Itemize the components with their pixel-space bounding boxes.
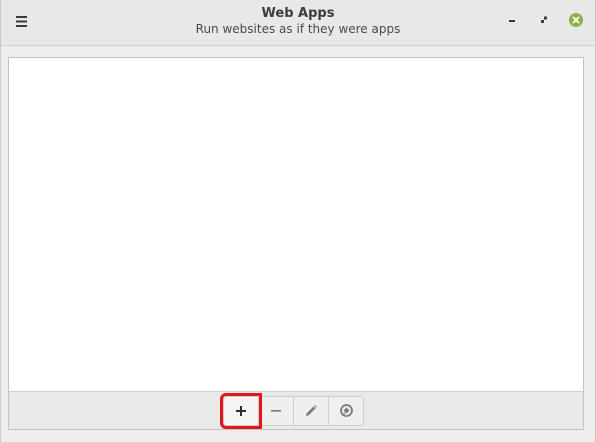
edit-button[interactable] (293, 396, 329, 426)
close-button[interactable] (567, 11, 585, 29)
pencil-icon (306, 405, 317, 416)
web-apps-window: Web Apps Run websites as if they were ap… (0, 0, 596, 442)
close-button-circle (569, 13, 583, 27)
toolbar-button-group (220, 393, 364, 429)
restore-button[interactable] (535, 11, 553, 29)
close-icon (572, 16, 580, 24)
minimize-button[interactable] (503, 11, 521, 29)
remove-button[interactable] (258, 396, 294, 426)
bottom-toolbar (9, 391, 583, 429)
header-bar: Web Apps Run websites as if they were ap… (1, 0, 595, 46)
add-button[interactable] (220, 393, 262, 429)
plus-icon (236, 406, 246, 416)
webapps-frame (8, 57, 584, 430)
minus-icon (271, 410, 281, 412)
rocket-icon (340, 404, 353, 417)
restore-icon (541, 16, 547, 23)
launch-button[interactable] (328, 396, 364, 426)
webapps-list[interactable] (9, 58, 583, 391)
minimize-icon (509, 20, 515, 22)
